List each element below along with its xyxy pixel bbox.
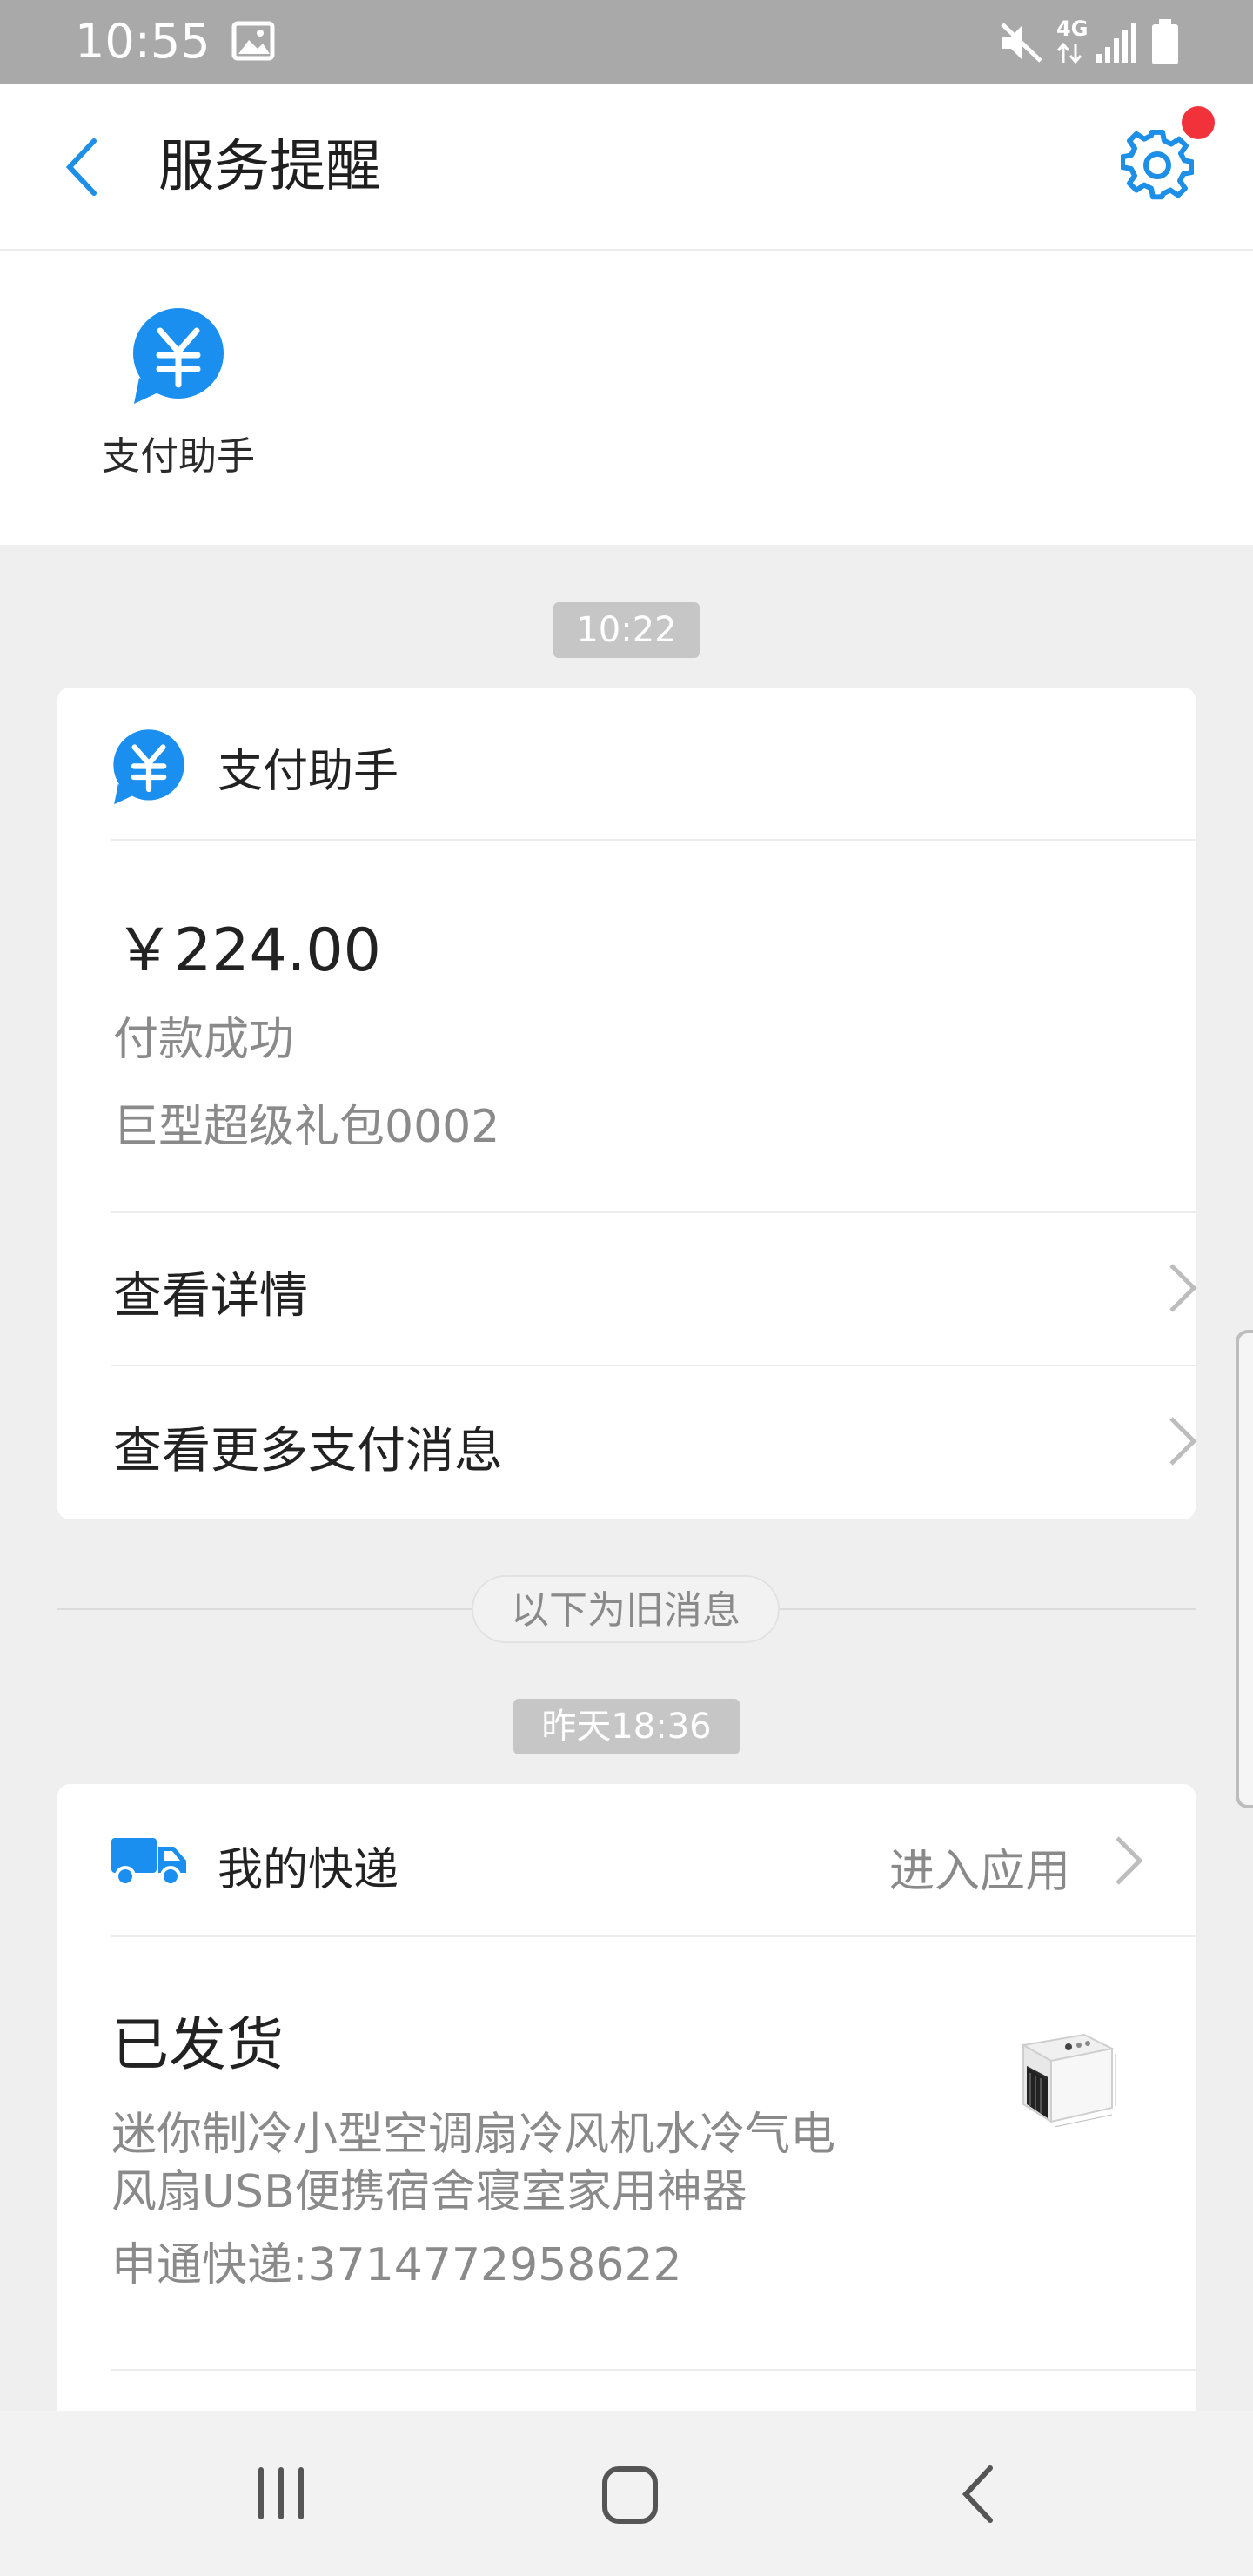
enter-app-link[interactable]: 进入应用 <box>889 1821 1197 1904</box>
battery-icon <box>1152 19 1178 64</box>
mute-icon <box>1001 23 1042 63</box>
divider <box>111 2369 1197 2371</box>
status-bar: 10:55 4G <box>0 0 1253 84</box>
yuan-bubble-icon <box>113 729 184 805</box>
divider <box>111 1935 1197 1937</box>
chevron-right-icon <box>1169 1264 1197 1312</box>
product-thumbnail <box>1004 2010 1135 2141</box>
page-title: 服务提醒 <box>158 135 381 199</box>
data-arrows-icon <box>1056 42 1082 64</box>
back-arrow-icon[interactable] <box>61 136 104 198</box>
gear-icon[interactable] <box>1121 129 1194 202</box>
scroll-handle[interactable] <box>1236 1330 1253 1808</box>
product-description-line: 风扇USB便携宿舍寝室家用神器 <box>111 2166 747 2218</box>
product-description-line: 迷你制冷小型空调扇冷风机水冷气电 <box>111 2109 836 2161</box>
timestamp-pill: 昨天18:36 <box>513 1699 740 1754</box>
card-source-name: 我的快递 <box>218 1844 399 1896</box>
old-messages-divider: 以下为旧消息 <box>472 1575 780 1643</box>
recent-apps-icon[interactable] <box>252 2465 310 2522</box>
payment-amount: ￥224.00 <box>115 916 381 985</box>
express-card: 我的快递 进入应用 已发货 迷你制冷小型空调扇冷风机水冷气电 风扇USB便携宿舍… <box>57 1784 1197 2411</box>
network-type: 4G <box>1056 17 1089 41</box>
payment-item: 巨型超级礼包0002 <box>113 1101 500 1153</box>
service-item-label: 支付助手 <box>102 434 255 479</box>
view-details-label: 查看详情 <box>113 1268 308 1325</box>
chevron-right-icon <box>1116 1836 1143 1885</box>
home-icon[interactable] <box>600 2465 661 2526</box>
payment-card: 支付助手 ￥224.00 付款成功 巨型超级礼包0002 查看详情 查看更多支付… <box>57 688 1197 1519</box>
app-header: 服务提醒 <box>0 84 1253 251</box>
divider <box>111 839 1197 841</box>
notification-dot <box>1182 106 1215 139</box>
payment-status: 付款成功 <box>113 1014 295 1066</box>
delivery-truck-icon <box>111 1838 186 1887</box>
more-payment-messages-label: 查看更多支付消息 <box>113 1423 503 1479</box>
system-nav-bar <box>0 2411 1253 2576</box>
image-icon <box>231 21 275 61</box>
enter-app-label: 进入应用 <box>889 1846 1071 1898</box>
status-time: 10:55 <box>75 14 211 69</box>
signal-icon <box>1096 23 1136 63</box>
card-source-name: 支付助手 <box>218 746 399 798</box>
service-strip: 支付助手 <box>0 251 1253 545</box>
yuan-bubble-icon <box>133 308 224 404</box>
timestamp-pill: 10:22 <box>553 602 700 658</box>
more-payment-messages-row[interactable]: 查看更多支付消息 <box>111 1366 1197 1518</box>
shipment-status: 已发货 <box>111 2011 284 2078</box>
chevron-right-icon <box>1169 1417 1197 1466</box>
view-details-row[interactable]: 查看详情 <box>111 1213 1197 1365</box>
product-description: 迷你制冷小型空调扇冷风机水冷气电 风扇USB便携宿舍寝室家用神器 <box>111 2106 835 2221</box>
back-icon[interactable] <box>957 2463 1001 2526</box>
tracking-number: 申通快递:3714772958622 <box>111 2239 682 2291</box>
service-item-payment-assistant[interactable] <box>131 308 226 409</box>
